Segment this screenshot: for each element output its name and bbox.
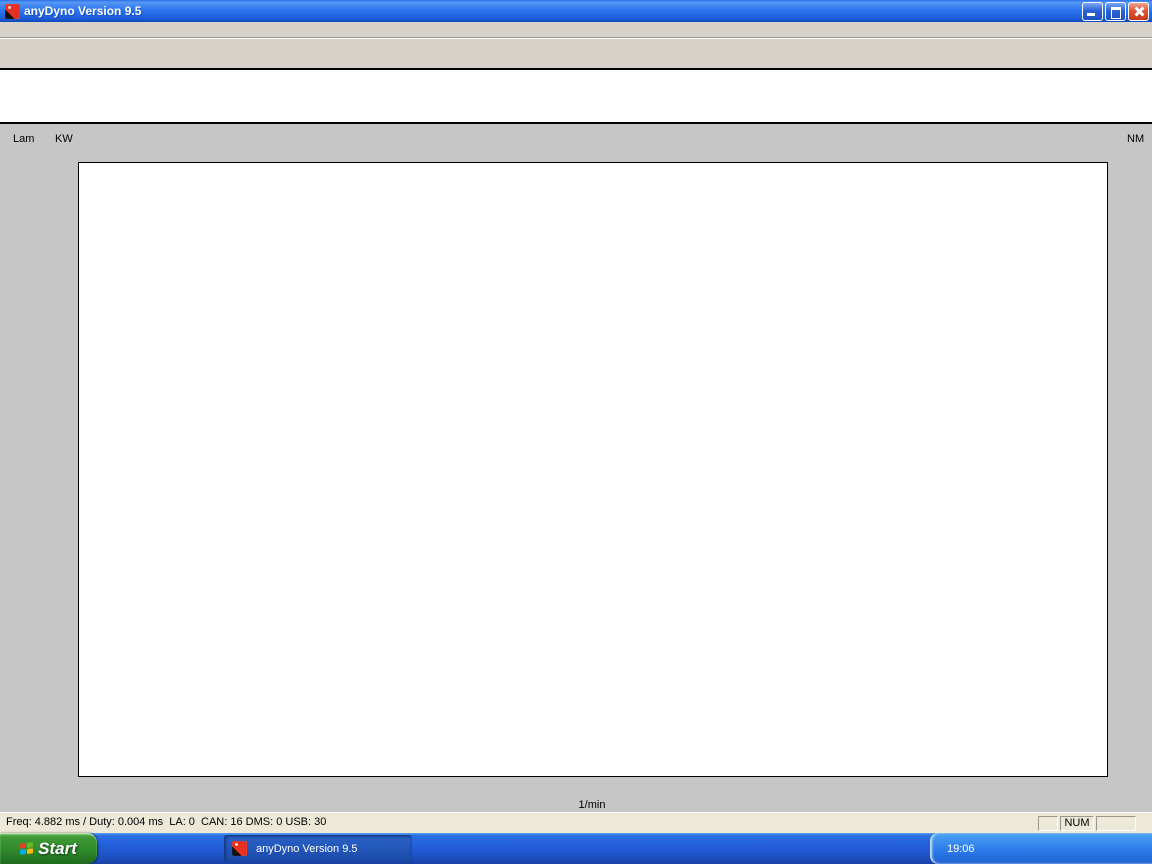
- windows-flag-icon: [20, 842, 33, 854]
- toolbar: [0, 38, 1152, 68]
- window-title: anyDyno Version 9.5: [24, 4, 1082, 18]
- title-bar: anyDyno Version 9.5: [0, 0, 1152, 22]
- status-text: Freq: 4.882 ms / Duty: 0.004 ms LA: 0 CA…: [6, 816, 326, 828]
- status-pane-2: [1096, 816, 1136, 831]
- nm-axis-title: NM: [1127, 133, 1144, 145]
- menu-bar: [0, 22, 1152, 38]
- x-axis-unit-label: 1/min: [78, 799, 1106, 811]
- taskbar: Start anyDyno Version 9.5 19:06: [0, 833, 1152, 864]
- quick-launch: [100, 833, 218, 864]
- runs-table: [0, 68, 1152, 124]
- minimize-button[interactable]: [1082, 2, 1103, 21]
- app-icon: [5, 4, 20, 19]
- task-label: anyDyno Version 9.5: [256, 843, 358, 855]
- kw-axis-title: KW: [55, 133, 73, 145]
- restore-button[interactable]: [1105, 2, 1126, 21]
- start-button[interactable]: Start: [0, 833, 97, 864]
- start-label: Start: [38, 839, 77, 859]
- taskbar-clock[interactable]: 19:06: [947, 843, 975, 855]
- status-pane-1: [1038, 816, 1058, 831]
- chart-area: Lam KW NM 1/min: [0, 124, 1152, 812]
- taskbar-task-anydyno[interactable]: anyDyno Version 9.5: [224, 835, 412, 862]
- close-button[interactable]: [1128, 2, 1149, 21]
- app-icon: [232, 841, 247, 856]
- plot-canvas[interactable]: [78, 162, 1108, 777]
- lambda-axis-title: Lam: [13, 133, 34, 145]
- system-tray: 19:06: [930, 833, 1152, 864]
- num-lock-indicator: NUM: [1060, 816, 1094, 831]
- anydyno-window: anyDyno Version 9.5 Lam KW NM 1/min Freq…: [0, 0, 1152, 864]
- status-bar: Freq: 4.882 ms / Duty: 0.004 ms LA: 0 CA…: [0, 812, 1152, 833]
